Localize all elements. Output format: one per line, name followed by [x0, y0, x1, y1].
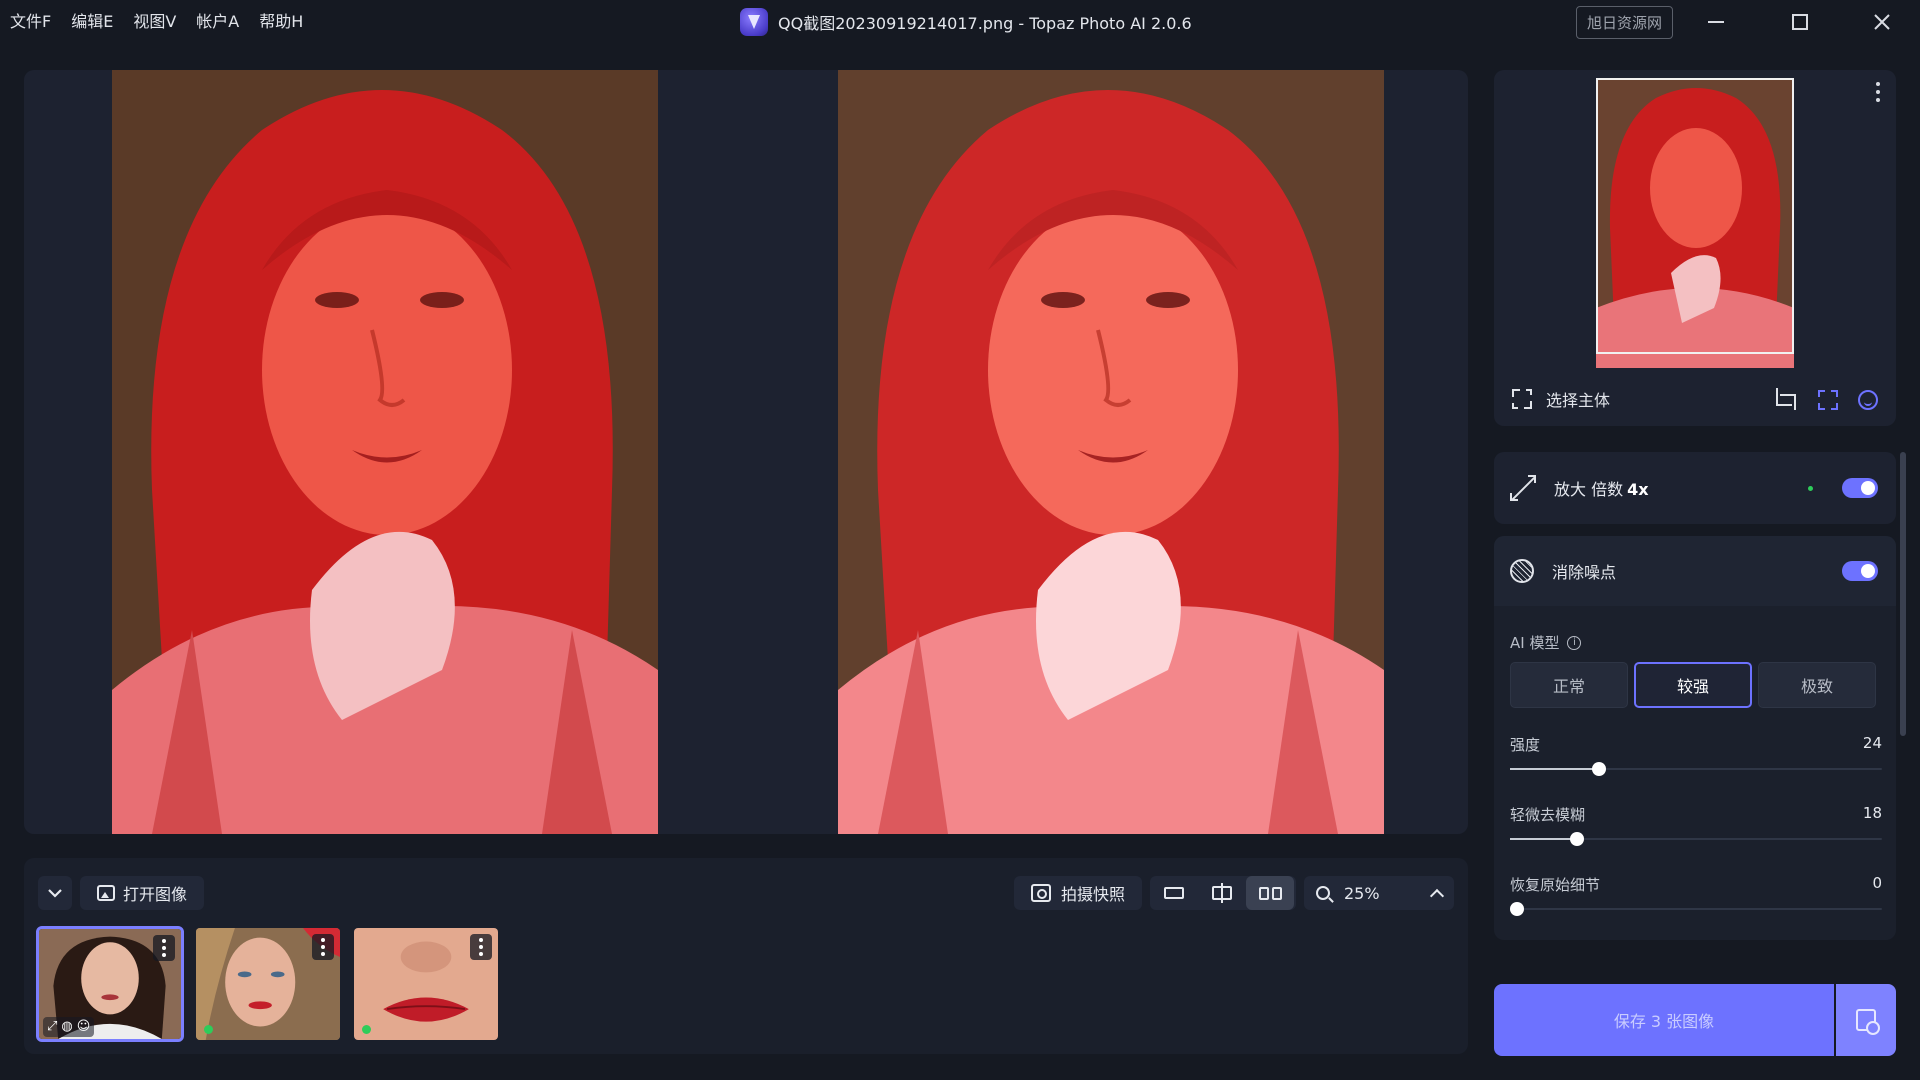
view-mode-group: [1150, 876, 1296, 910]
single-view-icon: [1164, 887, 1184, 899]
original-image[interactable]: [112, 70, 658, 834]
denoise-icon: ◍: [61, 1019, 73, 1034]
topaz-logo-icon: [740, 8, 768, 36]
chevron-down-icon: [48, 889, 62, 898]
denoise-header[interactable]: 消除噪点: [1494, 536, 1896, 606]
frame-icon[interactable]: [1816, 388, 1840, 412]
watermark-badge: 旭日资源网: [1576, 6, 1673, 39]
strength-slider-handle[interactable]: [1592, 762, 1606, 776]
strength-label: 强度: [1510, 736, 1541, 754]
image-preview[interactable]: [24, 70, 1468, 834]
menu-account[interactable]: 帐户A: [196, 12, 239, 32]
menu-edit[interactable]: 编辑E: [71, 12, 113, 32]
minimize-button[interactable]: [1696, 8, 1736, 36]
deblur-value: 18: [1862, 804, 1882, 822]
recover-detail-label: 恢复原始细节: [1510, 876, 1601, 894]
save-images-button[interactable]: 保存 3 张图像: [1494, 984, 1834, 1056]
strength-slider[interactable]: [1510, 762, 1882, 776]
upscale-card[interactable]: 放大 倍数 4x: [1494, 452, 1896, 524]
menu-help[interactable]: 帮助H: [259, 12, 303, 32]
split-view-button[interactable]: [1198, 876, 1246, 910]
side-by-side-view-button[interactable]: [1246, 876, 1294, 910]
model-option-strong[interactable]: 较强: [1634, 662, 1752, 708]
model-option-extreme[interactable]: 极致: [1758, 662, 1876, 708]
strength-value: 24: [1862, 734, 1882, 752]
close-button[interactable]: [1862, 8, 1902, 36]
thumbnail-menu-button[interactable]: [470, 934, 492, 960]
zoom-control[interactable]: 25%: [1304, 876, 1454, 910]
denoise-icon: [1510, 559, 1534, 583]
select-subject-label: 选择主体: [1546, 391, 1611, 410]
portrait-image: [838, 70, 1384, 834]
open-image-label: 打开图像: [122, 885, 187, 904]
camera-icon: [1030, 884, 1051, 902]
thumbnail-1[interactable]: ⤢ ◍ ☺: [36, 926, 184, 1042]
menu-view[interactable]: 视图V: [133, 12, 176, 32]
denoise-toggle[interactable]: [1842, 561, 1878, 581]
open-image-button[interactable]: 打开图像: [80, 876, 204, 910]
recover-detail-value: 0: [1872, 874, 1882, 892]
processed-status-dot: [204, 1025, 213, 1034]
thumbnail-strip: ⤢ ◍ ☺: [36, 926, 500, 1042]
maximize-icon: [1792, 14, 1808, 30]
thumbnail-3[interactable]: [352, 926, 500, 1042]
upscale-label: 放大 倍数 4x: [1554, 480, 1649, 499]
deblur-slider-row: 轻微去模糊 18: [1510, 804, 1882, 848]
ai-model-options: 正常 较强 极致: [1510, 662, 1876, 708]
upscale-icon: [1510, 475, 1536, 501]
deblur-slider-handle[interactable]: [1570, 832, 1584, 846]
bottom-panel: 打开图像 拍摄快照 25% ⤢ ◍ ☺: [24, 858, 1468, 1054]
window-title-text: QQ截图20230919214017.png - Topaz Photo AI …: [778, 14, 1192, 33]
navigator-more-button[interactable]: [1876, 82, 1880, 102]
thumbnail-menu-button[interactable]: [153, 935, 175, 961]
chevron-up-icon[interactable]: [1429, 888, 1445, 904]
processed-status-dot: [362, 1025, 371, 1034]
split-view-icon: [1212, 883, 1232, 903]
snapshot-label: 拍摄快照: [1060, 885, 1125, 904]
navigator-panel: 选择主体: [1494, 70, 1896, 426]
upscale-factor: 4x: [1627, 480, 1649, 499]
denoise-card: 消除噪点 AI 模型 i 正常 较强 极致 强度 24 轻微去模糊 18 恢复原…: [1494, 536, 1896, 940]
thumbnail-2[interactable]: [194, 926, 342, 1042]
recover-detail-slider[interactable]: [1510, 902, 1882, 916]
strength-slider-row: 强度 24: [1510, 734, 1882, 778]
upscale-toggle[interactable]: [1842, 478, 1878, 498]
close-icon: [1874, 14, 1890, 30]
info-icon[interactable]: i: [1567, 635, 1582, 650]
recover-detail-slider-handle[interactable]: [1510, 902, 1524, 916]
snapshot-button[interactable]: 拍摄快照: [1014, 876, 1142, 910]
ai-model-label: AI 模型 i: [1510, 632, 1582, 653]
settings-scrollbar[interactable]: [1900, 452, 1906, 736]
menu-file[interactable]: 文件F: [10, 12, 51, 32]
crop-icon[interactable]: [1772, 388, 1796, 412]
navigator-viewport-frame[interactable]: [1596, 78, 1794, 354]
menu-bar: 文件F 编辑E 视图V 帐户A 帮助H: [10, 12, 323, 32]
face-icon: ☺: [76, 1019, 91, 1034]
portrait-image: [112, 70, 658, 834]
select-subject-icon: [1512, 389, 1532, 409]
save-options-button[interactable]: [1836, 984, 1896, 1056]
zoom-icon: [1316, 886, 1330, 900]
collapse-thumbnails-button[interactable]: [38, 876, 72, 910]
deblur-label: 轻微去模糊: [1510, 806, 1586, 824]
denoise-title: 消除噪点: [1552, 563, 1617, 582]
thumbnail-applied-filters: ⤢ ◍ ☺: [43, 1017, 95, 1037]
upscale-icon: ⤢: [47, 1019, 58, 1034]
maximize-button[interactable]: [1780, 8, 1820, 36]
thumbnail-menu-button[interactable]: [312, 934, 334, 960]
enhanced-image[interactable]: [838, 70, 1384, 834]
side-by-side-icon: [1258, 886, 1282, 900]
zoom-level: 25%: [1344, 883, 1380, 903]
detail-slider-row: 恢复原始细节 0: [1510, 874, 1882, 918]
single-view-button[interactable]: [1150, 876, 1198, 910]
model-option-normal[interactable]: 正常: [1510, 662, 1628, 708]
save-settings-icon: [1856, 1009, 1880, 1035]
deblur-slider[interactable]: [1510, 832, 1882, 846]
image-icon: [96, 885, 115, 901]
minimize-icon: [1708, 21, 1724, 23]
upscale-status-dot: [1808, 486, 1813, 491]
window-title: QQ截图20230919214017.png - Topaz Photo AI …: [740, 8, 1192, 36]
face-recovery-icon[interactable]: [1858, 390, 1878, 410]
title-bar: 文件F 编辑E 视图V 帐户A 帮助H QQ截图20230919214017.p…: [0, 0, 1920, 46]
